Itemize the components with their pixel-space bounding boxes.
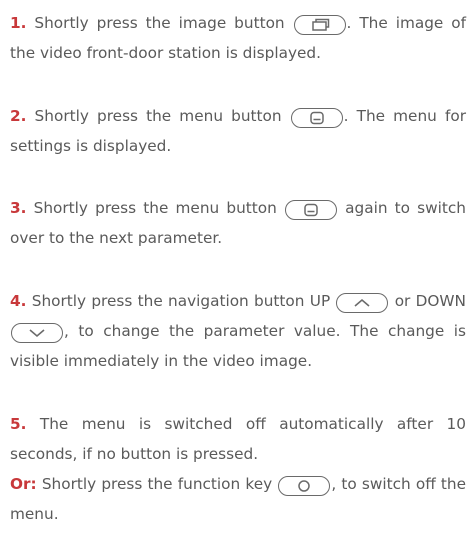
function-key-icon <box>278 476 331 496</box>
instruction-document: 1. Shortly press the image button . The … <box>0 0 475 544</box>
step-number: 5. <box>10 415 27 433</box>
step-2: 2. Shortly press the menu button . The m… <box>10 101 466 161</box>
step-3: 3. Shortly press the menu button again t… <box>10 193 466 253</box>
step-text: Shortly press the navigation button UP <box>26 292 336 310</box>
step-text: , to change the parameter value. The cha… <box>10 322 466 370</box>
step-number: 4. <box>10 292 27 310</box>
step-number: 1. <box>10 14 27 32</box>
step-text: Shortly press the menu button <box>26 107 290 125</box>
menu-button-icon <box>284 200 337 220</box>
step-text: The menu is switched off automatically a… <box>10 415 466 463</box>
step-text: or DOWN <box>389 292 467 310</box>
step-1: 1. Shortly press the image button . The … <box>10 8 466 68</box>
menu-button-icon <box>290 108 343 128</box>
or-label: Or: <box>10 475 37 493</box>
up-button-icon <box>336 293 389 313</box>
image-button-icon <box>293 15 346 35</box>
step-number: 3. <box>10 199 27 217</box>
down-button-icon <box>11 323 63 343</box>
step-number: 2. <box>10 107 27 125</box>
step-text: Shortly press the menu button <box>26 199 284 217</box>
step-text: Shortly press the function key <box>36 475 278 493</box>
step-text: Shortly press the image button <box>26 14 293 32</box>
step-5: 5. The menu is switched off automaticall… <box>10 409 466 529</box>
step-4: 4. Shortly press the navigation button U… <box>10 286 466 376</box>
